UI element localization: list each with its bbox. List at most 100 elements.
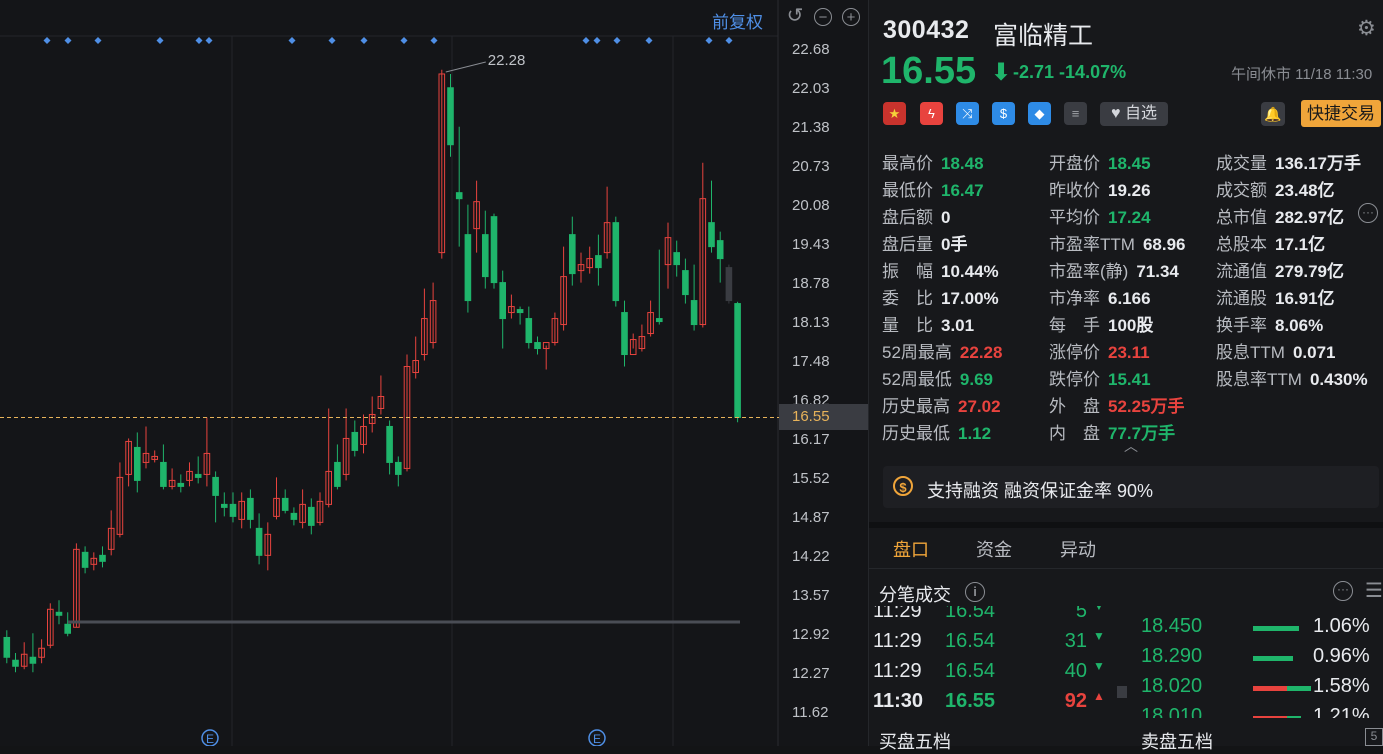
- tag-icon[interactable]: ◆: [1028, 102, 1051, 125]
- stat-value: 23.11: [1108, 343, 1150, 362]
- broker-bar: [1253, 686, 1287, 691]
- dollar-icon[interactable]: $: [992, 102, 1015, 125]
- more-icon[interactable]: ···: [1358, 203, 1378, 223]
- stat-label: 市盈率(静): [1049, 262, 1129, 281]
- stat-label: 市净率: [1049, 289, 1100, 308]
- candle-body: [134, 446, 141, 481]
- stat-value: 17.1亿: [1275, 235, 1326, 254]
- tab-movement[interactable]: 异动: [1060, 536, 1096, 562]
- broker-bar: [1253, 716, 1287, 718]
- broker-price: 18.020: [1141, 675, 1203, 697]
- options-icon[interactable]: ···: [1333, 581, 1353, 601]
- cn-flag-icon[interactable]: ★: [883, 102, 906, 125]
- adjust-mode-button[interactable]: 前复权: [712, 8, 763, 33]
- candle-body: [351, 431, 359, 451]
- quick-trade-button[interactable]: 快捷交易: [1301, 100, 1381, 127]
- y-tick-label: 12.92: [792, 626, 830, 644]
- trade-price: 16.54: [945, 606, 996, 622]
- stat-value: 52.25万手: [1108, 397, 1185, 416]
- coin-icon: $: [893, 476, 913, 496]
- stat-label: 成交额: [1216, 181, 1267, 200]
- tab-orderbook[interactable]: 盘口: [893, 536, 929, 562]
- candle-body: [534, 342, 541, 350]
- stat-value: 17.00%: [941, 289, 999, 308]
- candle-body: [281, 497, 289, 511]
- swap-icon[interactable]: ⤨: [956, 102, 979, 125]
- stat-label: 开盘价: [1049, 154, 1100, 173]
- stat-item: 市盈率(静) 71.34: [1049, 257, 1179, 282]
- down-triangle-icon: ▼: [1093, 629, 1105, 643]
- zoom-out-icon[interactable]: −: [814, 8, 832, 26]
- candle-body: [482, 234, 489, 278]
- event-diamond-icon: [205, 37, 213, 44]
- kline-chart[interactable]: 22.28 E E 前复权 ↺ − + 22.68 22.03 21.38 20.73 20…: [0, 0, 868, 746]
- stat-value: 0手: [941, 235, 968, 254]
- info-icon[interactable]: i: [965, 582, 985, 602]
- broker-pct: 1.06%: [1313, 615, 1370, 637]
- y-tick-label: 16.17: [792, 431, 830, 449]
- candle-body: [194, 473, 202, 478]
- candle-body: [525, 318, 533, 344]
- trade-time: 11:29: [873, 660, 922, 682]
- broker-pct: 1.21%: [1313, 705, 1370, 718]
- add-watchlist-button[interactable]: ♥ 自选: [1100, 102, 1168, 126]
- trade-volume: 31: [1064, 630, 1087, 652]
- reset-icon[interactable]: ↺: [786, 6, 804, 26]
- event-diamond-icon: [613, 37, 621, 44]
- tab-divider: [869, 568, 1383, 569]
- stat-label: 股息TTM: [1216, 343, 1285, 362]
- depth-count[interactable]: 5: [1365, 728, 1383, 746]
- earnings-marker-label: E: [593, 732, 601, 746]
- stat-item: 流通股 16.91亿: [1216, 284, 1335, 309]
- candle-body: [12, 659, 19, 667]
- tab-capital[interactable]: 资金: [976, 536, 1012, 562]
- collapse-chevron-icon[interactable]: ︿: [1124, 436, 1138, 456]
- stat-label: 昨收价: [1049, 181, 1100, 200]
- stat-item: 跌停价 15.41: [1049, 365, 1151, 390]
- trade-row: 11:29 16.54 5 ▼: [869, 606, 1129, 630]
- change-value: -2.71: [1013, 62, 1055, 82]
- current-price-label: 16.55: [792, 408, 830, 425]
- candle-body: [99, 554, 106, 562]
- candle-body: [621, 312, 628, 356]
- broker-row: 18.450 1.06%: [1131, 615, 1383, 645]
- candle-body: [708, 222, 715, 248]
- broker-pct: 1.58%: [1313, 675, 1370, 697]
- candle-body: [612, 222, 620, 302]
- settings-icon[interactable]: ⚙: [1357, 16, 1376, 41]
- stat-value: 9.69: [959, 370, 994, 389]
- flash-icon[interactable]: ϟ: [920, 102, 943, 125]
- broker-pct: 0.96%: [1313, 645, 1370, 667]
- candle-body: [499, 282, 506, 320]
- stat-value: 100股: [1108, 316, 1154, 335]
- scroll-handle[interactable]: [1117, 686, 1127, 698]
- candle-body: [55, 611, 63, 616]
- stat-label: 换手率: [1216, 316, 1267, 335]
- doc-icon[interactable]: ≡: [1064, 102, 1087, 125]
- y-tick-label: 22.68: [792, 41, 830, 58]
- up-triangle-icon: ▲: [1093, 689, 1105, 703]
- trade-price: 16.54: [945, 660, 996, 682]
- event-diamond-icon: [94, 37, 102, 44]
- broker-bar: [1253, 626, 1299, 631]
- trade-price: 16.55: [945, 690, 996, 712]
- stat-value: 0.430%: [1309, 370, 1368, 389]
- candle-body: [516, 309, 524, 314]
- bell-icon[interactable]: 🔔: [1261, 102, 1285, 126]
- broker-list[interactable]: 18.450 1.06% 18.290 0.96% 18.020 1.58% 18.010 1…: [1131, 612, 1383, 718]
- y-tick-label: 20.08: [792, 196, 830, 214]
- event-diamond-icon: [328, 37, 336, 44]
- trades-list[interactable]: 11:29 16.54 5 ▼ 11:29 16.54 31 ▼ 11:29 16.54 40 ▼ 11…: [869, 606, 1129, 718]
- candle-body: [734, 303, 741, 418]
- broker-row: 18.020 1.58%: [1131, 675, 1383, 705]
- stat-value: 0: [941, 208, 951, 227]
- stat-item: 内 盘 77.7万手: [1049, 419, 1175, 444]
- margin-banner[interactable]: $ 支持融资 融资保证金率 90%: [883, 466, 1379, 508]
- stat-label: 成交量: [1216, 154, 1267, 173]
- candle-body: [290, 512, 298, 520]
- menu-icon[interactable]: ☰: [1365, 578, 1383, 603]
- zoom-in-icon[interactable]: +: [842, 8, 860, 26]
- y-tick-label: 20.73: [792, 157, 830, 175]
- candle-body: [725, 267, 733, 302]
- event-diamond-icon: [582, 37, 590, 44]
